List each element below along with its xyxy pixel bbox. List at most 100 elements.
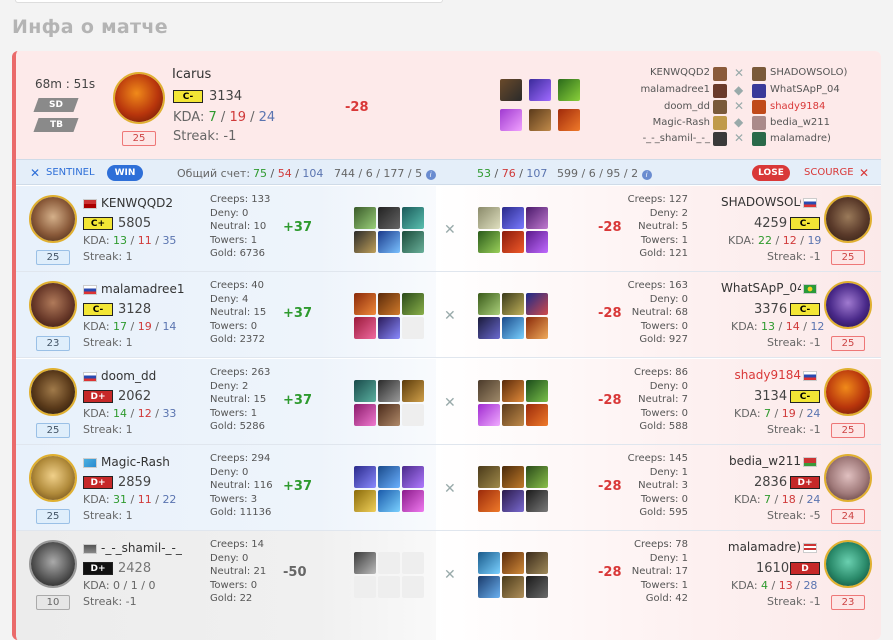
roster-left-4[interactable]: Magic-Rash bbox=[616, 117, 710, 128]
item-icon[interactable] bbox=[478, 317, 500, 339]
player-name[interactable]: SHADOWSOLO bbox=[721, 195, 801, 209]
item-icon[interactable] bbox=[526, 207, 548, 229]
player-name[interactable]: -_-_shamil-_-_ bbox=[101, 541, 195, 555]
item-icon[interactable] bbox=[502, 490, 524, 512]
item-icon[interactable] bbox=[354, 552, 376, 574]
mini-hero-icon bbox=[752, 116, 766, 130]
item-icon[interactable] bbox=[526, 380, 548, 402]
rank-badge: D+ bbox=[83, 562, 113, 575]
item-icon[interactable] bbox=[354, 231, 376, 253]
item-icon[interactable] bbox=[378, 207, 400, 229]
item-icon[interactable] bbox=[478, 380, 500, 402]
hero-avatar[interactable] bbox=[29, 281, 77, 329]
roster-right-5[interactable]: malamadre) bbox=[770, 133, 831, 144]
roster-right-1[interactable]: SHADOWSOLO) bbox=[770, 67, 847, 78]
item-icon[interactable] bbox=[378, 490, 400, 512]
item-icon[interactable] bbox=[529, 109, 551, 131]
item-icon[interactable] bbox=[478, 293, 500, 315]
item-icon[interactable] bbox=[529, 79, 551, 101]
item-icon[interactable] bbox=[502, 293, 524, 315]
item-icon[interactable] bbox=[354, 380, 376, 402]
item-icon[interactable] bbox=[502, 317, 524, 339]
hero-avatar[interactable] bbox=[29, 368, 77, 416]
player-name[interactable]: malamadree1 bbox=[101, 282, 201, 296]
item-icon[interactable] bbox=[558, 79, 580, 101]
player-name[interactable]: malamadre) bbox=[721, 540, 801, 554]
hero-avatar[interactable] bbox=[824, 195, 872, 243]
item-icon[interactable] bbox=[402, 466, 424, 488]
player-name[interactable]: doom_dd bbox=[101, 369, 201, 383]
item-icon[interactable] bbox=[378, 231, 400, 253]
item-icon[interactable] bbox=[354, 490, 376, 512]
roster-right-2[interactable]: WhatSApP_04 bbox=[770, 84, 840, 95]
item-icon[interactable] bbox=[478, 576, 500, 598]
player-name[interactable]: KENWQQD2 bbox=[101, 196, 201, 210]
hero-avatar[interactable] bbox=[824, 540, 872, 588]
item-icon[interactable] bbox=[402, 207, 424, 229]
item-icon[interactable] bbox=[354, 466, 376, 488]
item-icon[interactable] bbox=[502, 576, 524, 598]
item-icon[interactable] bbox=[526, 231, 548, 253]
item-icon[interactable] bbox=[478, 404, 500, 426]
item-icon[interactable] bbox=[558, 109, 580, 131]
item-icon[interactable] bbox=[526, 404, 548, 426]
item-icon[interactable] bbox=[378, 404, 400, 426]
item-icon[interactable] bbox=[378, 380, 400, 402]
roster-left-3[interactable]: doom_dd bbox=[616, 101, 710, 112]
item-icon[interactable] bbox=[526, 317, 548, 339]
info-icon[interactable]: i bbox=[425, 170, 436, 180]
item-icon[interactable] bbox=[478, 231, 500, 253]
item-icon[interactable] bbox=[378, 466, 400, 488]
item-icon[interactable] bbox=[402, 380, 424, 402]
roster-right-4[interactable]: bedia_w211 bbox=[770, 117, 830, 128]
item-icon[interactable] bbox=[354, 317, 376, 339]
roster-left-5[interactable]: -_-_shamil-_-_ bbox=[616, 133, 710, 144]
item-icon[interactable] bbox=[500, 109, 522, 131]
item-icon[interactable] bbox=[402, 231, 424, 253]
item-icon[interactable] bbox=[478, 490, 500, 512]
item-icon[interactable] bbox=[402, 490, 424, 512]
item-icon[interactable] bbox=[502, 231, 524, 253]
item-icon[interactable] bbox=[526, 466, 548, 488]
item-icon[interactable] bbox=[502, 207, 524, 229]
item-icon[interactable] bbox=[526, 576, 548, 598]
item-icon[interactable] bbox=[526, 552, 548, 574]
player-name[interactable]: Magic-Rash bbox=[101, 455, 201, 469]
item-icon[interactable] bbox=[502, 552, 524, 574]
item-icon[interactable] bbox=[502, 404, 524, 426]
hero-avatar[interactable] bbox=[113, 72, 165, 124]
roster-left-1[interactable]: KENWQQD2 bbox=[616, 67, 710, 78]
hero-avatar[interactable] bbox=[824, 454, 872, 502]
item-icon[interactable] bbox=[502, 466, 524, 488]
player-name[interactable]: bedia_w211 bbox=[721, 454, 801, 468]
item-icon[interactable] bbox=[502, 380, 524, 402]
hero-avatar[interactable] bbox=[29, 454, 77, 502]
item-icon[interactable] bbox=[378, 317, 400, 339]
item-icon[interactable] bbox=[354, 207, 376, 229]
player-name[interactable]: Icarus bbox=[172, 67, 211, 82]
item-icon[interactable] bbox=[378, 293, 400, 315]
mini-hero-icon bbox=[752, 84, 766, 98]
item-icon[interactable] bbox=[354, 404, 376, 426]
item-slot-empty bbox=[354, 576, 376, 598]
item-icon[interactable] bbox=[526, 293, 548, 315]
item-icon[interactable] bbox=[478, 552, 500, 574]
player-name[interactable]: shady9184 bbox=[721, 368, 801, 382]
item-icon[interactable] bbox=[478, 207, 500, 229]
item-icon[interactable] bbox=[402, 293, 424, 315]
hero-level: 25 bbox=[36, 509, 70, 524]
hero-avatar[interactable] bbox=[824, 368, 872, 416]
hero-avatar[interactable] bbox=[29, 195, 77, 243]
item-icon[interactable] bbox=[478, 466, 500, 488]
player-rating: 4259 bbox=[754, 216, 788, 231]
player-kda: KDA: 31 / 11 / 22 bbox=[83, 493, 177, 506]
item-icon[interactable] bbox=[526, 490, 548, 512]
player-name[interactable]: WhatSApP_04 bbox=[721, 281, 801, 295]
roster-right-3[interactable]: shady9184 bbox=[770, 101, 825, 112]
roster-left-2[interactable]: malamadree1 bbox=[616, 84, 710, 95]
hero-avatar[interactable] bbox=[29, 540, 77, 588]
item-icon[interactable] bbox=[500, 79, 522, 101]
hero-avatar[interactable] bbox=[824, 281, 872, 329]
item-icon[interactable] bbox=[354, 293, 376, 315]
info-icon[interactable]: i bbox=[641, 170, 652, 180]
